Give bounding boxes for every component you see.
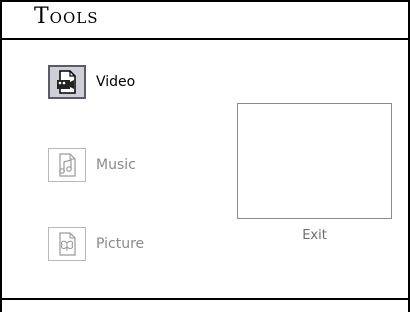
menu-item-video[interactable]: Video	[48, 62, 135, 102]
menu-item-picture[interactable]: Picture	[48, 224, 144, 264]
bottom-border	[0, 298, 410, 300]
video-file-icon[interactable]	[48, 65, 86, 99]
menu-item-label: Music	[96, 157, 136, 173]
menu-item-music[interactable]: Music	[48, 145, 136, 185]
picture-file-icon[interactable]	[48, 227, 86, 261]
music-file-icon[interactable]	[48, 148, 86, 182]
menu-item-label: Picture	[96, 236, 145, 252]
exit-button[interactable]: Exit	[237, 228, 392, 243]
menu-item-label: Video	[96, 74, 136, 90]
title-divider	[0, 38, 410, 40]
top-border	[0, 0, 410, 2]
page-title: Tools	[34, 4, 99, 29]
preview-window	[237, 103, 392, 219]
